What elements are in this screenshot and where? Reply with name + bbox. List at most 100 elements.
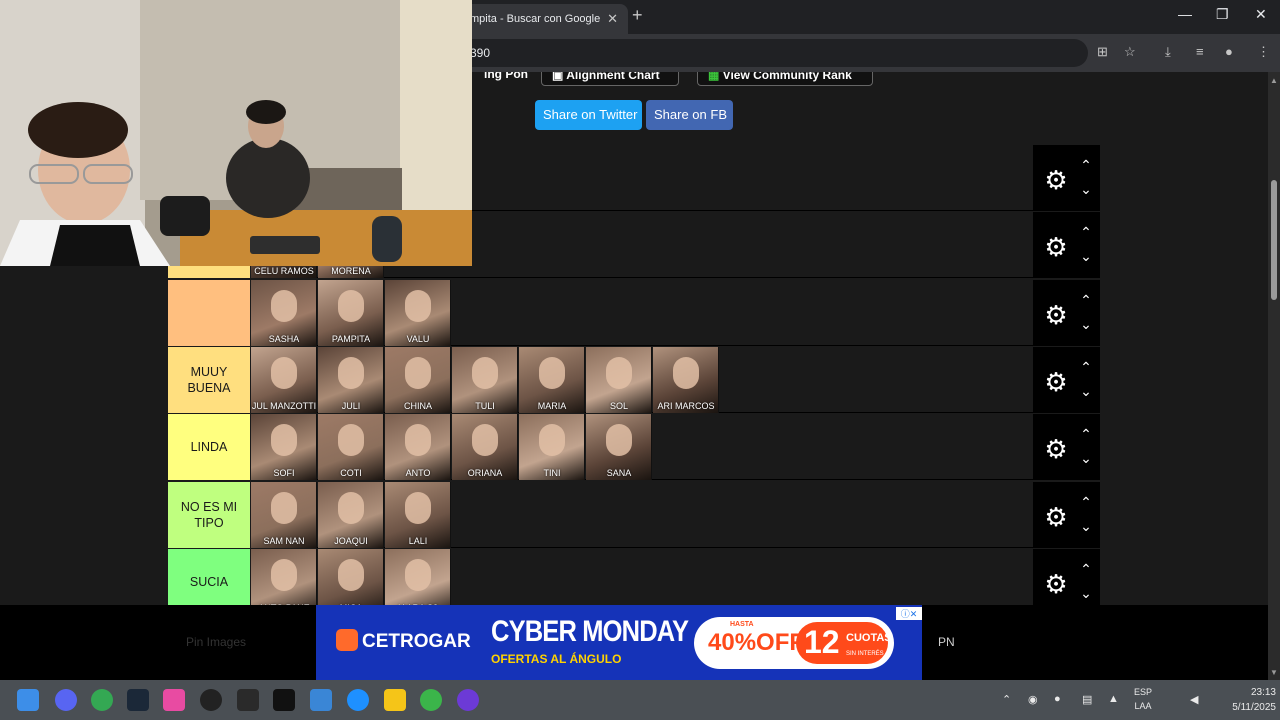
tier-items-row[interactable]: JUL MANZOTTI JULI CHINA TULI MARIA SOL ARI MAR… bbox=[251, 346, 1033, 413]
share-fb-button[interactable]: Share on FB bbox=[646, 100, 733, 130]
alignment-chart-label: Alignment Chart bbox=[566, 72, 660, 82]
discord-app-icon[interactable] bbox=[55, 689, 77, 711]
tier-items-row[interactable]: SOFI COTI ANTO ORIANA TINI SANA bbox=[251, 414, 1033, 481]
chrome-app-icon[interactable] bbox=[91, 689, 113, 711]
scroll-up-arrow-icon[interactable]: ▲ bbox=[1270, 76, 1278, 85]
tier-item-thumbnail[interactable]: ORIANA bbox=[452, 414, 518, 481]
tier-item-thumbnail[interactable]: PAMPITA bbox=[318, 279, 384, 346]
tier-items-row[interactable]: SASHA PAMPITA VALU bbox=[251, 279, 1033, 346]
tab-close-icon[interactable]: ✕ bbox=[607, 11, 618, 27]
tier-item-thumbnail[interactable]: ARI MARCOS bbox=[653, 346, 719, 413]
chevron-up-icon[interactable]: ⌃ bbox=[1076, 494, 1096, 510]
tier-label[interactable]: MUUY BUENA bbox=[168, 346, 250, 413]
ad-choices-close-icon[interactable]: ⓘ✕ bbox=[896, 607, 922, 620]
tier-item-thumbnail[interactable]: JOAQUI bbox=[318, 481, 384, 548]
file-explorer-app-icon[interactable] bbox=[17, 689, 39, 711]
tier-label[interactable]: NO ES MI TIPO bbox=[168, 481, 250, 548]
tier-item-thumbnail[interactable]: SASHA bbox=[251, 279, 317, 346]
chevron-down-icon[interactable]: ⌄ bbox=[1076, 450, 1096, 466]
tier-item-thumbnail[interactable]: IAARA S2 bbox=[385, 548, 451, 605]
menu-kebab-icon[interactable]: ⋮ bbox=[1257, 44, 1270, 60]
chevron-down-icon[interactable]: ⌄ bbox=[1076, 316, 1096, 332]
tier-items-row[interactable]: ANTO PANEMICAIAARA S2 bbox=[251, 548, 1033, 605]
tier-label[interactable]: SUCIA bbox=[168, 548, 250, 605]
page-scrollbar[interactable]: ▲ ▼ bbox=[1268, 72, 1280, 680]
tray-network-icon[interactable]: ◉ bbox=[1028, 693, 1038, 706]
chevron-down-icon[interactable]: ⌄ bbox=[1076, 585, 1096, 601]
ad-cuotas-sub: SIN INTERÉS bbox=[846, 651, 884, 657]
share-twitter-button[interactable]: Share on Twitter bbox=[535, 100, 642, 130]
maximize-button[interactable]: ❐ bbox=[1216, 6, 1229, 23]
gear-icon[interactable]: ⚙ bbox=[1041, 232, 1071, 262]
new-tab-button[interactable]: + bbox=[632, 5, 643, 26]
tier-item-thumbnail[interactable]: TULI bbox=[452, 346, 518, 413]
tray-app-icon[interactable]: ● bbox=[1054, 693, 1061, 705]
chevron-up-icon[interactable]: ⌃ bbox=[1076, 224, 1096, 240]
chevron-up-icon[interactable]: ⌃ bbox=[1076, 157, 1096, 173]
downloads-icon[interactable]: ⤓ bbox=[1165, 44, 1171, 60]
obs-app-icon[interactable] bbox=[200, 689, 222, 711]
tier-item-thumbnail[interactable]: SOFI bbox=[251, 414, 317, 481]
address-bar[interactable]: 390 bbox=[440, 39, 1088, 67]
gear-icon[interactable]: ⚙ bbox=[1041, 367, 1071, 397]
bookmark-star-icon[interactable]: ☆ bbox=[1124, 44, 1136, 60]
close-window-button[interactable]: ✕ bbox=[1255, 6, 1267, 23]
chevron-up-icon[interactable]: ⌃ bbox=[1076, 359, 1096, 375]
gear-icon[interactable]: ⚙ bbox=[1041, 300, 1071, 330]
chevron-down-icon[interactable]: ⌄ bbox=[1076, 248, 1096, 264]
pin-images-toggle[interactable]: Pin Images bbox=[186, 635, 246, 649]
profile-avatar-icon[interactable]: ● bbox=[1225, 44, 1233, 59]
utorrent-app-icon[interactable] bbox=[420, 689, 442, 711]
tier-label[interactable] bbox=[168, 279, 250, 346]
chevron-up-icon[interactable]: ⌃ bbox=[1076, 561, 1096, 577]
folder-app-icon[interactable] bbox=[384, 689, 406, 711]
tray-chevron-icon[interactable]: ⌃ bbox=[1002, 693, 1011, 706]
epic-games-app-icon[interactable] bbox=[237, 689, 259, 711]
tier-items-row[interactable]: SAM NAN JOAQUI LALI bbox=[251, 481, 1033, 548]
tier-item-thumbnail[interactable]: MICA bbox=[318, 548, 384, 605]
language-indicator[interactable]: ESP LAA bbox=[1134, 685, 1152, 713]
tier-item-thumbnail[interactable]: SANA bbox=[586, 414, 652, 481]
alignment-chart-button[interactable]: ▣ Alignment Chart bbox=[541, 72, 679, 86]
scroll-down-arrow-icon[interactable]: ▼ bbox=[1270, 668, 1278, 677]
community-rank-button[interactable]: ▦ View Community Rank bbox=[697, 72, 873, 86]
tier-label[interactable]: LINDA bbox=[168, 414, 250, 481]
tray-monitor-icon[interactable]: ▤ bbox=[1082, 693, 1092, 706]
store-app-icon[interactable] bbox=[310, 689, 332, 711]
media-control-icon[interactable]: ≡ bbox=[1196, 44, 1204, 59]
scrollbar-thumb[interactable] bbox=[1271, 180, 1277, 300]
gear-icon[interactable]: ⚙ bbox=[1041, 165, 1071, 195]
tier-item-thumbnail[interactable]: JUL MANZOTTI bbox=[251, 346, 317, 413]
tier-item-thumbnail[interactable]: ANTO PANE bbox=[251, 548, 317, 605]
circle-app-icon[interactable] bbox=[457, 689, 479, 711]
tier-item-thumbnail[interactable]: TINI bbox=[519, 414, 585, 481]
steam-app-icon[interactable] bbox=[127, 689, 149, 711]
chevron-up-icon[interactable]: ⌃ bbox=[1076, 426, 1096, 442]
chevron-down-icon[interactable]: ⌄ bbox=[1076, 518, 1096, 534]
tier-item-thumbnail[interactable]: LALI bbox=[385, 481, 451, 548]
chevron-down-icon[interactable]: ⌄ bbox=[1076, 181, 1096, 197]
tier-item-thumbnail[interactable]: COTI bbox=[318, 414, 384, 481]
chevron-up-icon[interactable]: ⌃ bbox=[1076, 292, 1096, 308]
tier-item-thumbnail[interactable]: JULI bbox=[318, 346, 384, 413]
gear-icon[interactable]: ⚙ bbox=[1041, 569, 1071, 599]
tray-app2-icon[interactable]: ▲ bbox=[1108, 693, 1119, 705]
tier-item-thumbnail[interactable]: ANTO bbox=[385, 414, 451, 481]
tier-item-thumbnail[interactable]: CHINA bbox=[385, 346, 451, 413]
volume-icon[interactable]: ◀ bbox=[1190, 693, 1198, 706]
gear-icon[interactable]: ⚙ bbox=[1041, 434, 1071, 464]
top-button-partial[interactable]: ing Pon bbox=[474, 72, 538, 86]
tier-item-thumbnail[interactable]: SOL bbox=[586, 346, 652, 413]
ad-banner[interactable]: CETROGAR CYBER MONDAY OFERTAS AL ÁNGULO … bbox=[316, 605, 922, 680]
translate-icon[interactable]: ⊞ bbox=[1097, 44, 1108, 60]
edge-app-icon[interactable] bbox=[347, 689, 369, 711]
minimize-button[interactable]: — bbox=[1178, 6, 1192, 22]
tier-item-thumbnail[interactable]: VALU bbox=[385, 279, 451, 346]
figma-app-icon[interactable] bbox=[163, 689, 185, 711]
tier-item-thumbnail[interactable]: SAM NAN bbox=[251, 481, 317, 548]
capcut-app-icon[interactable] bbox=[273, 689, 295, 711]
chevron-down-icon[interactable]: ⌄ bbox=[1076, 383, 1096, 399]
gear-icon[interactable]: ⚙ bbox=[1041, 502, 1071, 532]
tier-item-thumbnail[interactable]: MARIA bbox=[519, 346, 585, 413]
taskbar-clock[interactable]: 23:13 5/11/2025 bbox=[1212, 685, 1276, 715]
